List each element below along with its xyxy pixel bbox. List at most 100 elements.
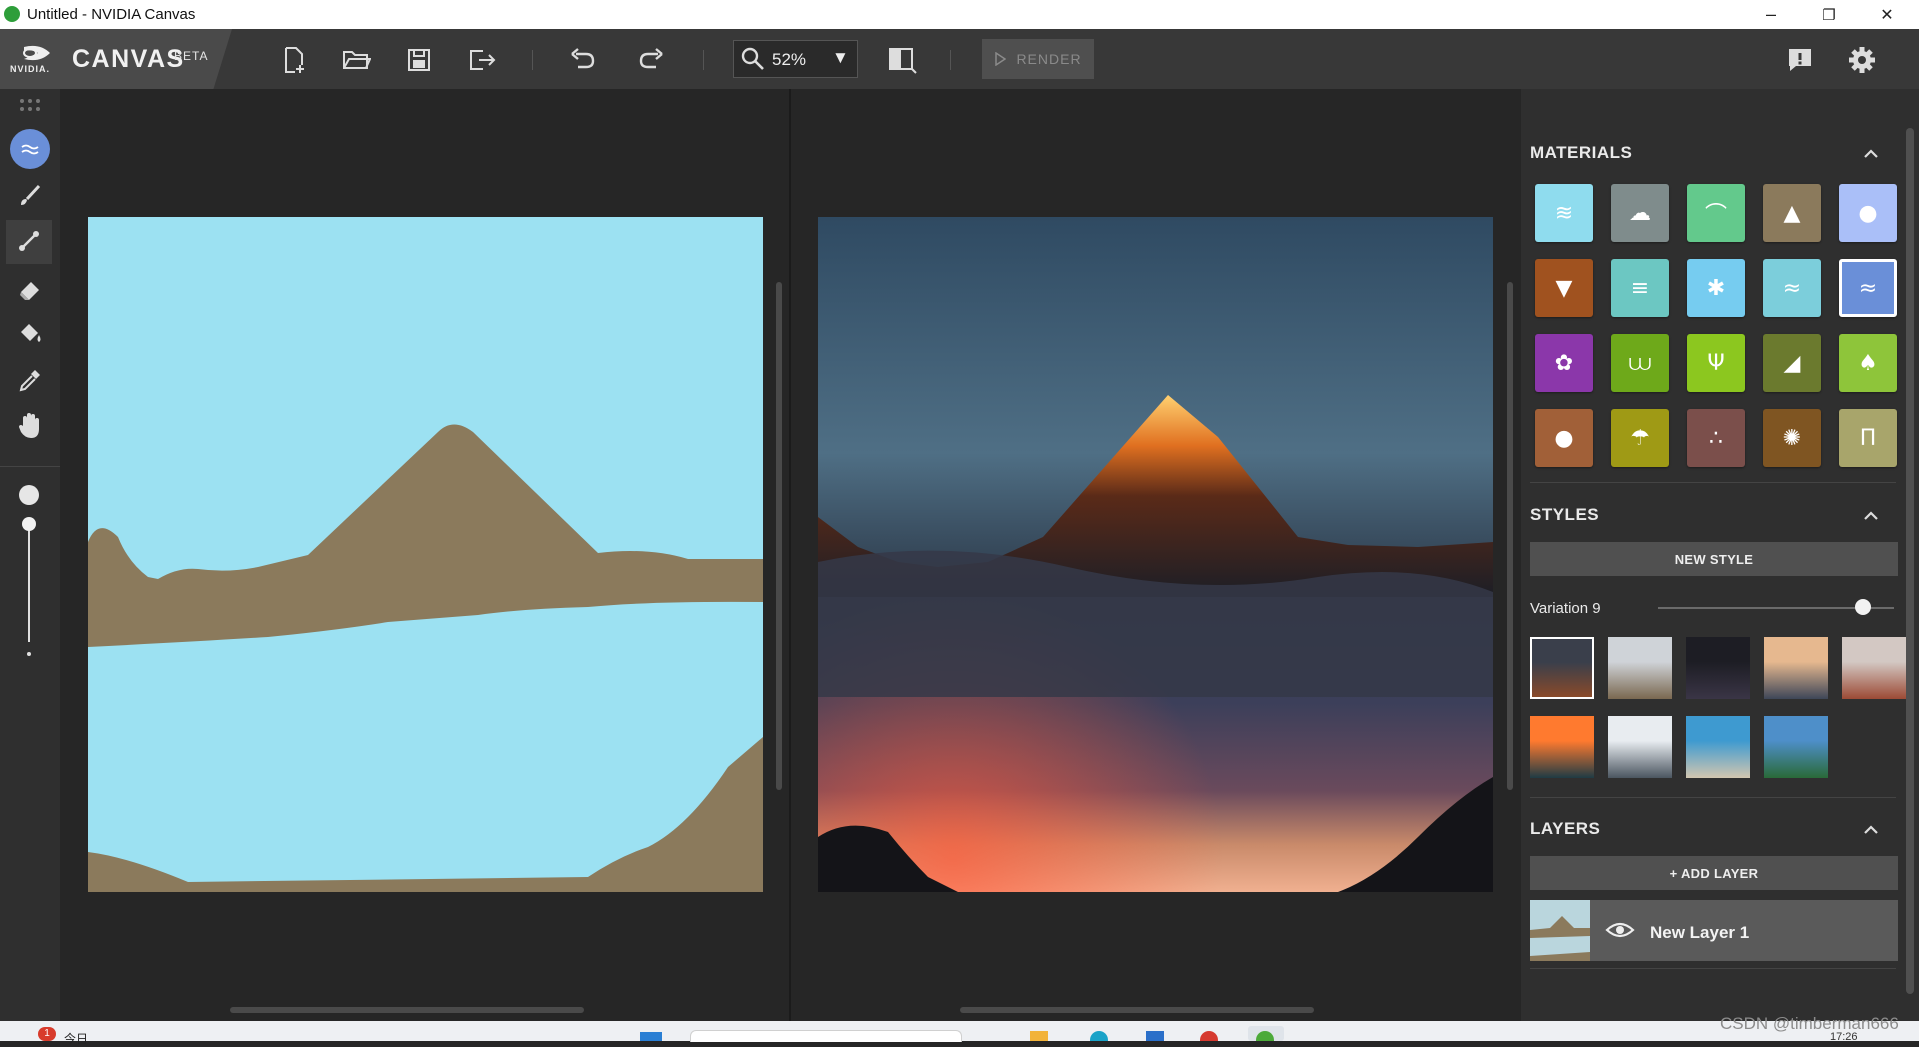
eye-icon[interactable]: [1605, 918, 1635, 942]
style-thumb-ocean-sunset[interactable]: [1530, 716, 1594, 778]
material-wood[interactable]: ✺: [1763, 409, 1821, 467]
new-style-button[interactable]: NEW STYLE: [1530, 542, 1898, 576]
material-snow[interactable]: ✱: [1687, 259, 1745, 317]
material-gravel[interactable]: ∴: [1687, 409, 1745, 467]
drawing-vertical-scrollbar[interactable]: [776, 282, 782, 790]
brush-tool[interactable]: [8, 176, 52, 216]
taskbar-search[interactable]: [690, 1030, 962, 1042]
panel-scrollbar[interactable]: [1906, 128, 1914, 994]
material-cloud[interactable]: ☁: [1611, 184, 1669, 242]
restore-button[interactable]: ❐: [1800, 0, 1858, 29]
layer-name: New Layer 1: [1650, 923, 1750, 942]
material-tree[interactable]: ♠: [1839, 334, 1897, 392]
compare-view-button[interactable]: [886, 44, 918, 76]
chevron-up-icon[interactable]: [1862, 821, 1880, 839]
gear-icon: [1849, 47, 1875, 73]
feedback-button[interactable]: [1784, 44, 1816, 76]
save-button[interactable]: [403, 44, 435, 76]
style-thumb-red-cliff[interactable]: [1842, 637, 1906, 699]
minimize-button[interactable]: –: [1742, 0, 1800, 29]
watermark-text: CSDN @timberman666: [1720, 1014, 1899, 1033]
segmentation-canvas[interactable]: [88, 217, 763, 892]
drawing-horizontal-scrollbar[interactable]: [230, 1007, 584, 1013]
rail-grip[interactable]: [8, 85, 52, 125]
variation-label: Variation 9: [1530, 600, 1601, 617]
pan-tool[interactable]: [8, 406, 52, 446]
toolbar-divider: [950, 50, 951, 70]
render-vertical-scrollbar[interactable]: [1507, 282, 1513, 790]
fog-icon: ≡: [1630, 275, 1650, 301]
style-thumb-alpine-lake[interactable]: [1764, 716, 1828, 778]
split-view-icon: [889, 48, 917, 74]
today-label[interactable]: 今日: [64, 1030, 88, 1047]
material-water[interactable]: ≈: [1839, 259, 1897, 317]
material-platform[interactable]: Π: [1839, 409, 1897, 467]
material-rock[interactable]: ◢: [1763, 334, 1821, 392]
material-flower[interactable]: ✿: [1535, 334, 1593, 392]
material-water-drop[interactable]: ●: [1839, 184, 1897, 242]
store-icon[interactable]: [1146, 1031, 1164, 1041]
eraser-tool[interactable]: [8, 270, 52, 310]
materials-title: MATERIALS: [1530, 143, 1633, 162]
dirt-icon: ▼: [1555, 275, 1573, 301]
magnifier-icon: [741, 47, 764, 70]
brush-size-track[interactable]: [28, 520, 30, 642]
export-button[interactable]: [466, 44, 498, 76]
material-hill[interactable]: ⌒: [1687, 184, 1745, 242]
style-thumb-misty-peaks[interactable]: [1608, 637, 1672, 699]
start-icon[interactable]: [640, 1032, 662, 1041]
title-bar: [0, 0, 1919, 29]
material-tall-grass[interactable]: Ψ: [1687, 334, 1745, 392]
rendered-image: [818, 217, 1493, 892]
material-stone[interactable]: ●: [1535, 409, 1593, 467]
style-thumb-coast[interactable]: [1686, 716, 1750, 778]
material-sea[interactable]: ≋: [1535, 184, 1593, 242]
file-explorer-icon[interactable]: [1030, 1031, 1048, 1041]
material-river[interactable]: ≈: [1763, 259, 1821, 317]
style-thumb-cloud-sea[interactable]: [1764, 637, 1828, 699]
eyedropper-tool[interactable]: [8, 360, 52, 400]
notification-badge[interactable]: 1: [38, 1027, 56, 1041]
redo-icon: [639, 48, 663, 69]
redo-button[interactable]: [636, 44, 668, 76]
material-dirt[interactable]: ▼: [1535, 259, 1593, 317]
style-thumb-dark-arch[interactable]: [1686, 637, 1750, 699]
undo-button[interactable]: [566, 44, 598, 76]
material-palm[interactable]: ☂: [1611, 409, 1669, 467]
open-button[interactable]: [340, 44, 372, 76]
sea-icon: ≋: [1554, 200, 1574, 226]
wood-icon: ✺: [1782, 425, 1802, 451]
app-icon: [4, 6, 20, 22]
cloud-icon: ☁: [1629, 200, 1651, 226]
chevron-up-icon[interactable]: [1862, 145, 1880, 163]
brush-size-slider[interactable]: [22, 517, 36, 531]
style-thumb-desert-mesa[interactable]: [1530, 637, 1594, 699]
material-grass[interactable]: ⩊: [1611, 334, 1669, 392]
snow-icon: ✱: [1706, 275, 1726, 301]
line-icon: [19, 231, 39, 251]
settings-button[interactable]: [1846, 44, 1878, 76]
open-folder-icon: [343, 51, 371, 69]
new-file-button[interactable]: [278, 44, 310, 76]
brush-icon: [21, 184, 41, 205]
chevron-down-icon[interactable]: ▼: [832, 48, 849, 68]
close-button[interactable]: ✕: [1858, 0, 1916, 29]
style-thumb-snowy-ridge[interactable]: [1608, 716, 1672, 778]
new-file-icon: [285, 47, 304, 73]
clock: 17:26: [1830, 1031, 1858, 1043]
material-mountain[interactable]: ▲: [1763, 184, 1821, 242]
fill-tool[interactable]: [8, 314, 52, 354]
brush-size-min-icon: [27, 652, 31, 656]
render-horizontal-scrollbar[interactable]: [960, 1007, 1314, 1013]
stone-icon: ●: [1554, 425, 1574, 451]
section-divider: [1530, 797, 1896, 798]
gravel-icon: ∴: [1709, 425, 1723, 451]
render-label: RENDER: [1016, 51, 1082, 67]
material-fog[interactable]: ≡: [1611, 259, 1669, 317]
styles-title: STYLES: [1530, 505, 1600, 524]
window-title: Untitled - NVIDIA Canvas: [27, 6, 196, 23]
render-button[interactable]: RENDER: [982, 39, 1094, 79]
add-layer-button[interactable]: + ADD LAYER: [1530, 856, 1898, 890]
chevron-up-icon[interactable]: [1862, 507, 1880, 525]
platform-icon: Π: [1859, 425, 1877, 451]
